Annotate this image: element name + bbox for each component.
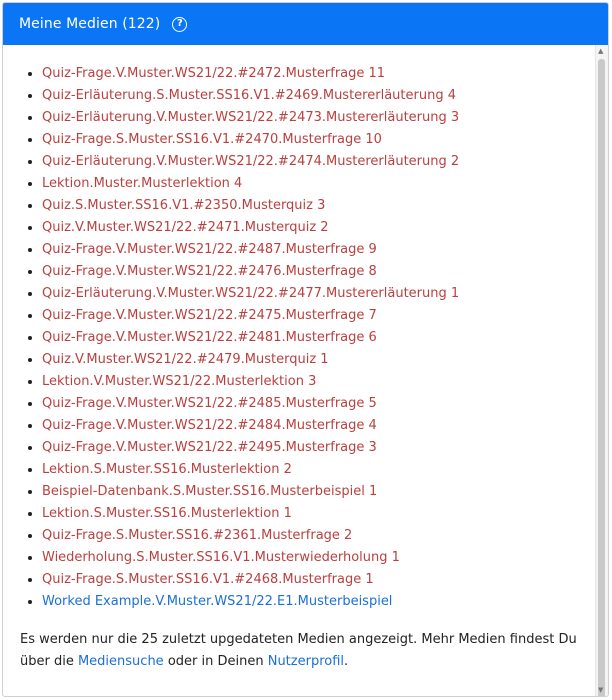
footer-text-part-3: . bbox=[344, 654, 349, 669]
card-title: Meine Medien (122) bbox=[19, 16, 161, 32]
media-link[interactable]: Wiederholung.S.Muster.SS16.V1.Musterwied… bbox=[42, 550, 400, 565]
list-item: Quiz-Frage.V.Muster.WS21/22.#2481.Muster… bbox=[42, 327, 580, 349]
list-item: Lektion.Muster.Musterlektion 4 bbox=[42, 173, 580, 195]
media-search-link[interactable]: Mediensuche bbox=[78, 654, 164, 669]
media-link[interactable]: Quiz-Erläuterung.V.Muster.WS21/22.#2477.… bbox=[42, 286, 459, 301]
media-link[interactable]: Quiz.S.Muster.SS16.V1.#2350.Musterquiz 3 bbox=[42, 198, 325, 213]
media-link[interactable]: Beispiel-Datenbank.S.Muster.SS16.Musterb… bbox=[42, 484, 377, 499]
media-link[interactable]: Quiz-Frage.V.Muster.WS21/22.#2476.Muster… bbox=[42, 264, 377, 279]
media-link[interactable]: Quiz-Frage.V.Muster.WS21/22.#2487.Muster… bbox=[42, 242, 377, 257]
my-media-card: Meine Medien (122) ? Quiz-Frage.V.Muster… bbox=[2, 2, 609, 697]
list-item: Quiz-Frage.V.Muster.WS21/22.#2484.Muster… bbox=[42, 415, 580, 437]
footer-note: Es werden nur die 25 zuletzt upgedateten… bbox=[20, 629, 580, 673]
scroll-up-arrow-icon[interactable]: ▲ bbox=[598, 47, 603, 55]
vertical-scrollbar[interactable]: ▲ ▼ bbox=[595, 45, 608, 696]
media-link[interactable]: Quiz-Erläuterung.V.Muster.WS21/22.#2474.… bbox=[42, 154, 459, 169]
list-item: Quiz.S.Muster.SS16.V1.#2350.Musterquiz 3 bbox=[42, 195, 580, 217]
media-list: Quiz-Frage.V.Muster.WS21/22.#2472.Muster… bbox=[20, 63, 580, 613]
media-link[interactable]: Quiz-Erläuterung.V.Muster.WS21/22.#2473.… bbox=[42, 110, 459, 125]
media-link[interactable]: Quiz-Frage.S.Muster.SS16.#2361.Musterfra… bbox=[42, 528, 352, 543]
media-link[interactable]: Quiz-Frage.S.Muster.SS16.V1.#2468.Muster… bbox=[42, 572, 374, 587]
list-item: Wiederholung.S.Muster.SS16.V1.Musterwied… bbox=[42, 547, 580, 569]
scrollbar-thumb[interactable] bbox=[598, 59, 605, 696]
list-item: Quiz-Frage.V.Muster.WS21/22.#2487.Muster… bbox=[42, 239, 580, 261]
list-item: Quiz-Erläuterung.V.Muster.WS21/22.#2477.… bbox=[42, 283, 580, 305]
list-item: Quiz-Frage.V.Muster.WS21/22.#2475.Muster… bbox=[42, 305, 580, 327]
scroll-down-arrow-icon[interactable]: ▼ bbox=[598, 686, 603, 694]
media-link[interactable]: Lektion.S.Muster.SS16.Musterlektion 1 bbox=[42, 506, 292, 521]
list-item: Quiz-Frage.V.Muster.WS21/22.#2476.Muster… bbox=[42, 261, 580, 283]
list-item: Quiz.V.Muster.WS21/22.#2471.Musterquiz 2 bbox=[42, 217, 580, 239]
media-link[interactable]: Quiz-Frage.V.Muster.WS21/22.#2481.Muster… bbox=[42, 330, 377, 345]
media-link[interactable]: Lektion.V.Muster.WS21/22.Musterlektion 3 bbox=[42, 374, 316, 389]
card-body: Quiz-Frage.V.Muster.WS21/22.#2472.Muster… bbox=[3, 45, 596, 696]
media-link[interactable]: Worked Example.V.Muster.WS21/22.E1.Muste… bbox=[42, 594, 392, 609]
user-profile-link[interactable]: Nutzerprofil bbox=[268, 654, 344, 669]
media-link[interactable]: Quiz-Frage.V.Muster.WS21/22.#2484.Muster… bbox=[42, 418, 377, 433]
media-link[interactable]: Lektion.S.Muster.SS16.Musterlektion 2 bbox=[42, 462, 292, 477]
media-link[interactable]: Lektion.Muster.Musterlektion 4 bbox=[42, 176, 242, 191]
list-item: Quiz.V.Muster.WS21/22.#2479.Musterquiz 1 bbox=[42, 349, 580, 371]
media-link[interactable]: Quiz-Frage.S.Muster.SS16.V1.#2470.Muster… bbox=[42, 132, 382, 147]
question-circle-icon[interactable]: ? bbox=[172, 16, 188, 32]
card-header: Meine Medien (122) ? bbox=[3, 3, 608, 45]
list-item: Beispiel-Datenbank.S.Muster.SS16.Musterb… bbox=[42, 481, 580, 503]
media-link[interactable]: Quiz-Frage.V.Muster.WS21/22.#2475.Muster… bbox=[42, 308, 377, 323]
list-item: Quiz-Erläuterung.V.Muster.WS21/22.#2473.… bbox=[42, 107, 580, 129]
list-item: Quiz-Frage.V.Muster.WS21/22.#2495.Muster… bbox=[42, 437, 580, 459]
list-item: Worked Example.V.Muster.WS21/22.E1.Muste… bbox=[42, 591, 580, 613]
list-item: Quiz-Frage.S.Muster.SS16.V1.#2468.Muster… bbox=[42, 569, 580, 591]
media-link[interactable]: Quiz-Erläuterung.S.Muster.SS16.V1.#2469.… bbox=[42, 88, 456, 103]
list-item: Quiz-Erläuterung.S.Muster.SS16.V1.#2469.… bbox=[42, 85, 580, 107]
media-link[interactable]: Quiz.V.Muster.WS21/22.#2471.Musterquiz 2 bbox=[42, 220, 329, 235]
list-item: Lektion.S.Muster.SS16.Musterlektion 2 bbox=[42, 459, 580, 481]
list-item: Quiz-Frage.V.Muster.WS21/22.#2485.Muster… bbox=[42, 393, 580, 415]
list-item: Lektion.V.Muster.WS21/22.Musterlektion 3 bbox=[42, 371, 580, 393]
media-link[interactable]: Quiz-Frage.V.Muster.WS21/22.#2485.Muster… bbox=[42, 396, 377, 411]
media-link[interactable]: Quiz.V.Muster.WS21/22.#2479.Musterquiz 1 bbox=[42, 352, 329, 367]
list-item: Quiz-Frage.S.Muster.SS16.V1.#2470.Muster… bbox=[42, 129, 580, 151]
list-item: Lektion.S.Muster.SS16.Musterlektion 1 bbox=[42, 503, 580, 525]
footer-text-part-2: oder in Deinen bbox=[163, 654, 268, 669]
list-item: Quiz-Erläuterung.V.Muster.WS21/22.#2474.… bbox=[42, 151, 580, 173]
media-link[interactable]: Quiz-Frage.V.Muster.WS21/22.#2472.Muster… bbox=[42, 66, 385, 81]
list-item: Quiz-Frage.V.Muster.WS21/22.#2472.Muster… bbox=[42, 63, 580, 85]
list-item: Quiz-Frage.S.Muster.SS16.#2361.Musterfra… bbox=[42, 525, 580, 547]
media-link[interactable]: Quiz-Frage.V.Muster.WS21/22.#2495.Muster… bbox=[42, 440, 377, 455]
